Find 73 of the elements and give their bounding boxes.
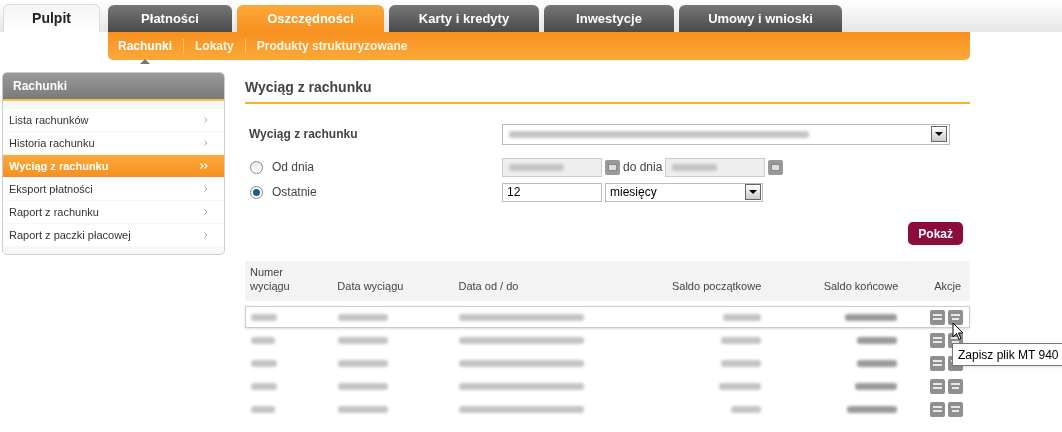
document-button[interactable]: [930, 355, 946, 371]
sidebar-item-label: Raport z rachunku: [9, 204, 99, 220]
sidebar-title: Rachunki: [13, 78, 67, 95]
field-label: do dnia: [623, 159, 664, 176]
radio-button[interactable]: [250, 160, 263, 174]
blurred-text: [251, 313, 277, 321]
document-button[interactable]: [930, 309, 946, 325]
sidebar-item-label: Eksport płatności: [9, 181, 93, 197]
sidebar-item[interactable]: Eksport płatności: [3, 178, 224, 200]
blurred-text: [730, 405, 761, 413]
column-header: Akcje: [933, 279, 963, 293]
sidebar-item-label: Historia rachunku: [9, 135, 95, 151]
column-header: Numer wyciągu: [250, 265, 291, 293]
chevron-icon: [204, 117, 208, 123]
column-header: Data od / do: [458, 279, 520, 293]
blurred-text: [857, 359, 898, 367]
blurred-text: [338, 382, 389, 390]
radio-button[interactable]: [250, 185, 263, 199]
unit-select[interactable]: miesięcy: [605, 182, 763, 202]
sidebar-item[interactable]: Lista rachunków: [3, 109, 224, 131]
date-field[interactable]: [502, 157, 602, 177]
home-tab[interactable]: Pulpit: [3, 4, 100, 32]
blurred-text: [722, 313, 761, 321]
tooltip: Zapisz plik MT 940: [952, 343, 1062, 366]
nav-tab[interactable]: Inwestycje: [544, 5, 674, 32]
calendar-icon[interactable]: [768, 159, 783, 175]
nav-tab[interactable]: Płatności: [108, 5, 232, 32]
blurred-text: [855, 382, 898, 390]
column-header: Saldo końcowe: [822, 279, 899, 293]
select-value: miesięcy: [610, 184, 657, 201]
blurred-text: [718, 382, 761, 390]
chevron-icon: [204, 209, 208, 215]
blurred-text: [847, 405, 898, 413]
date-field[interactable]: [665, 157, 765, 177]
nav-tab[interactable]: Karty i kredyty: [389, 5, 539, 32]
sidebar-item-label: Raport z paczki płacowej: [9, 227, 131, 243]
sidebar-item[interactable]: Raport z paczki płacowej: [3, 224, 224, 246]
calendar-icon[interactable]: [605, 159, 620, 175]
blurred-text: [338, 313, 389, 321]
field-label: Wyciąg z rachunku: [248, 126, 359, 143]
radio-label: Ostatnie: [272, 184, 317, 201]
selection-marker-icon: [140, 59, 150, 64]
cursor-icon: [952, 322, 964, 341]
chevron-icon: [204, 186, 208, 192]
nav-tab[interactable]: Umowy i wnioski: [679, 5, 842, 32]
count-field[interactable]: 12: [502, 182, 602, 202]
blurred-text: [509, 163, 564, 171]
sidebar-item[interactable]: Raport z rachunku: [3, 201, 224, 223]
blurred-text: [338, 336, 389, 344]
blurred-text: [845, 313, 898, 321]
double-chevron-icon: [200, 163, 208, 169]
document-button[interactable]: [930, 401, 946, 417]
page-title: Wyciąg z rachunku: [245, 78, 372, 97]
blurred-text: [720, 336, 761, 344]
chevron-icon: [204, 232, 208, 238]
sidebar-item-label: Lista rachunków: [9, 112, 89, 128]
blurred-text: [720, 359, 761, 367]
document-button[interactable]: [930, 378, 946, 394]
chevron-icon: [204, 140, 208, 146]
blurred-text: [672, 163, 717, 171]
sidebar-item-label: Wyciąg z rachunku: [9, 158, 109, 174]
blurred-text: [251, 405, 275, 413]
blurred-text: [251, 336, 275, 344]
sidebar-item[interactable]: Historia rachunku: [3, 132, 224, 154]
blurred-text: [251, 359, 277, 367]
blurred-text: [338, 359, 389, 367]
radio-label: Od dnia: [272, 159, 315, 176]
column-header: Saldo początkowe: [670, 279, 762, 293]
blurred-text: [251, 382, 277, 390]
show-button[interactable]: Pokaż: [908, 222, 963, 245]
blurred-text: [857, 336, 898, 344]
column-header: Data wyciągu: [337, 279, 405, 293]
blurred-text: [338, 405, 389, 413]
